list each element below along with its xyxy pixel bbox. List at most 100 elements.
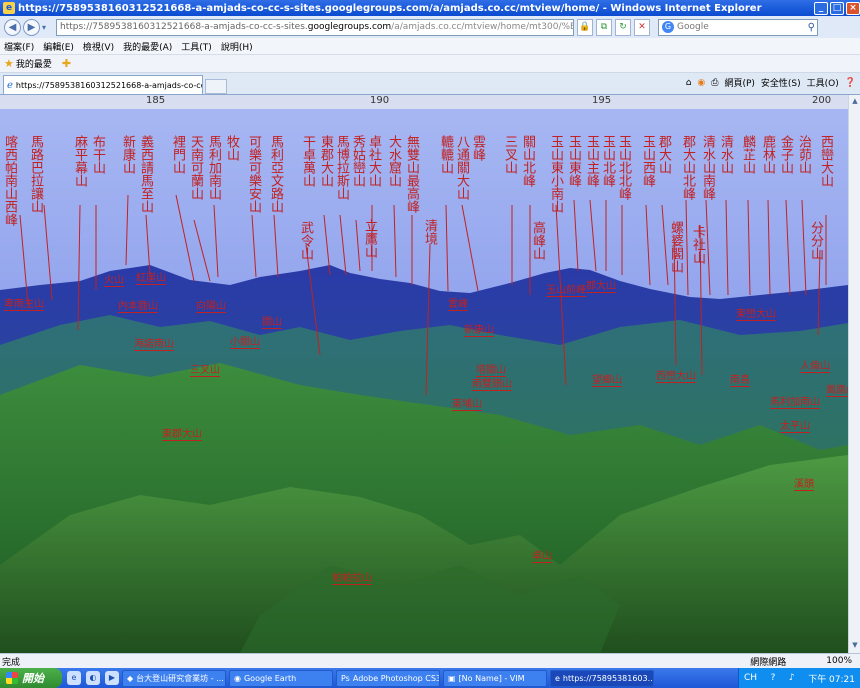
menu-help[interactable]: 說明(H): [221, 40, 253, 53]
clock[interactable]: 下午 07:21: [808, 672, 855, 685]
peak-label: 帕帕拉山: [332, 569, 372, 585]
feeds-icon[interactable]: ◉: [697, 78, 705, 88]
peak-label: 玉山前峰: [546, 281, 586, 297]
peak-label: 馬利加南山: [770, 393, 820, 409]
peak-label: 玉山主峰: [584, 135, 599, 187]
peak-label: 喀西帕南山西峰: [2, 135, 17, 226]
maximize-button[interactable]: □: [830, 1, 844, 15]
vim-icon: ▣: [448, 673, 456, 683]
ie-icon: e: [555, 673, 560, 683]
start-button[interactable]: 開始: [0, 668, 62, 688]
language-indicator[interactable]: CH: [744, 673, 757, 683]
search-icon[interactable]: ⚲: [808, 22, 815, 33]
address-toolbar: ◀ ▶ ▾ https://7589538160312521668-a-amja…: [0, 16, 860, 38]
peak-label: 清水山: [718, 135, 733, 174]
refresh-icon[interactable]: ↻: [615, 18, 631, 36]
scroll-down-icon[interactable]: ▼: [850, 641, 860, 651]
minimize-button[interactable]: _: [814, 1, 828, 15]
url-domain: googlegroups.com: [307, 22, 392, 32]
page-icon: ℯ: [7, 79, 13, 91]
peak-label: 馬路巴拉讓山: [28, 135, 43, 213]
page-menu[interactable]: 網頁(P): [724, 76, 754, 89]
media-quicklaunch-icon[interactable]: ▶: [105, 671, 119, 685]
window-title: https://7589538160312521668-a-amjads-co-…: [18, 2, 762, 14]
ie-quicklaunch-icon[interactable]: e: [67, 671, 81, 685]
peak-label: 麻平幕山: [72, 135, 87, 187]
peak-label: 義西請馬至山: [138, 135, 153, 213]
taskbar-item[interactable]: ◆ 台大登山研究會業坊 - ...: [122, 669, 226, 687]
volume-icon[interactable]: ♪: [789, 673, 795, 683]
taskbar-item[interactable]: Ps Adobe Photoshop CS3...: [336, 669, 440, 687]
ie-logo-icon: e: [3, 2, 15, 14]
photoshop-icon: Ps: [341, 673, 350, 683]
title-bar: e https://7589538160312521668-a-amjads-c…: [0, 0, 860, 16]
forward-button[interactable]: ▶: [23, 18, 40, 36]
peak-label: 清境: [422, 219, 437, 245]
lock-icon[interactable]: 🔒: [577, 18, 593, 36]
menu-tools[interactable]: 工具(T): [181, 40, 212, 53]
peak-label: 小關山: [230, 333, 260, 349]
system-tray: CH ? ♪ 下午 07:21: [738, 668, 860, 688]
peak-label: 布干山: [90, 135, 105, 174]
taskbar: 開始 e ◐ ▶ ◆ 台大登山研究會業坊 - ... ◉ Google Earth …: [0, 668, 860, 688]
panorama-view: 185 190 195 200 喀西帕南山西峰 馬路巴拉讓山 麻平幕山 布干山 …: [0, 95, 848, 653]
command-bar: ⌂ ◉ ⎙ 網頁(P) 安全性(S) 工具(O) ❓: [680, 76, 856, 90]
peak-label: 清水山南峰: [700, 135, 715, 200]
peak-label: 八通關大山: [454, 135, 469, 200]
history-dropdown-icon[interactable]: ▾: [42, 23, 52, 32]
taskbar-item[interactable]: ◉ Google Earth: [229, 669, 333, 687]
help-icon[interactable]: ❓: [845, 78, 856, 88]
google-logo-icon: G: [662, 21, 674, 33]
peak-label: 紅崖山: [136, 269, 166, 285]
ruler-tick-185: 185: [146, 95, 166, 106]
menu-file[interactable]: 檔案(F): [4, 40, 34, 53]
back-button[interactable]: ◀: [4, 18, 21, 36]
peak-label: 馬利加南山: [206, 135, 221, 200]
peak-label: 西巒大山: [656, 367, 696, 383]
taskbar-item-label: Google Earth: [243, 673, 297, 683]
compat-view-icon[interactable]: ⧉: [596, 18, 612, 36]
new-tab-button[interactable]: [205, 79, 227, 94]
start-label: 開始: [22, 672, 44, 685]
peak-label: 溪頭: [794, 475, 814, 491]
address-input[interactable]: https://7589538160312521668-a-amjads-co-…: [56, 18, 574, 36]
menu-favorites[interactable]: 我的最愛(A): [123, 40, 172, 53]
add-favorite-icon[interactable]: ✚: [62, 57, 71, 70]
print-icon[interactable]: ⎙: [711, 78, 718, 88]
vertical-scrollbar[interactable]: ▲ ▼: [848, 95, 860, 653]
menu-view[interactable]: 檢視(V): [83, 40, 114, 53]
safety-menu[interactable]: 安全性(S): [761, 76, 801, 89]
peak-label: 南雙頭山: [472, 375, 512, 391]
firefox-quicklaunch-icon[interactable]: ◐: [86, 671, 100, 685]
search-box[interactable]: G Google ⚲: [658, 18, 818, 36]
stop-icon[interactable]: ✕: [634, 18, 650, 36]
close-button[interactable]: ×: [846, 1, 860, 15]
peak-label: 天南可蘭山: [188, 135, 203, 200]
peak-label: 可樂可樂安山: [246, 135, 261, 213]
peak-label: 郡大山北峰: [680, 135, 695, 200]
peak-label: 三叉山: [190, 361, 220, 377]
zoom-level[interactable]: 100%: [826, 656, 852, 666]
taskbar-item[interactable]: e https://75895381603...: [550, 669, 654, 687]
scroll-up-icon[interactable]: ▲: [850, 97, 860, 107]
search-placeholder: Google: [677, 22, 709, 32]
taskbar-item[interactable]: ▣ [No Name] - VIM: [443, 669, 547, 687]
app-icon: ◆: [127, 673, 134, 683]
peak-label: 人倫山: [800, 357, 830, 373]
peak-label: 秀姑巒山: [350, 135, 365, 187]
menu-edit[interactable]: 編輯(E): [43, 40, 74, 53]
home-icon[interactable]: ⌂: [686, 78, 692, 88]
peak-label: 高峰山: [530, 221, 545, 260]
peak-label: 火山: [104, 271, 124, 287]
favorites-star-icon[interactable]: ★: [4, 57, 14, 70]
taskbar-item-label: 台大登山研究會業坊 - ...: [136, 673, 224, 683]
peak-label: 玉山東峰: [566, 135, 581, 187]
peak-label: 干卓萬山: [300, 135, 315, 187]
peak-label: 玉山西峰: [640, 135, 655, 187]
taskbar-item-label: Adobe Photoshop CS3...: [352, 673, 440, 683]
ruler-tick-190: 190: [370, 95, 390, 106]
tools-menu[interactable]: 工具(O): [807, 76, 839, 89]
favorites-button[interactable]: 我的最愛: [16, 57, 52, 70]
tray-help-icon[interactable]: ?: [771, 673, 776, 683]
tab-current[interactable]: ℯ https://7589538160312521668-a-amjads-c…: [3, 75, 203, 94]
